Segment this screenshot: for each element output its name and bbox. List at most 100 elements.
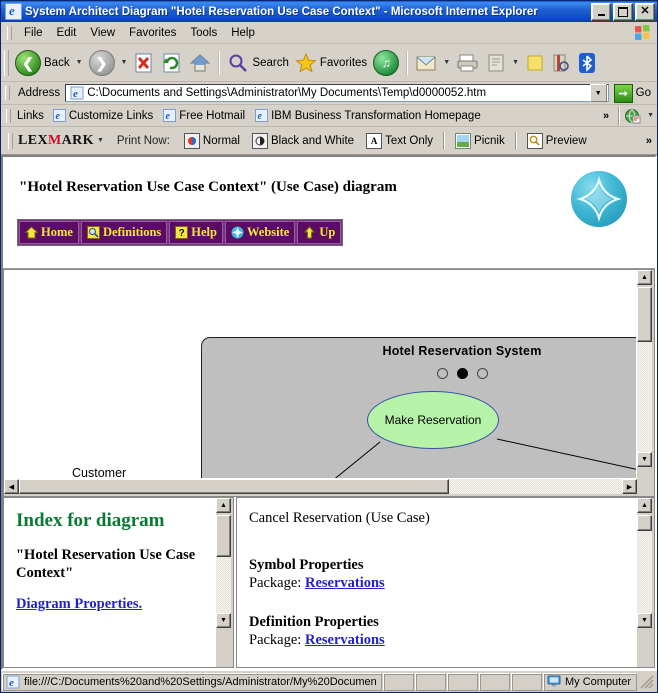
svg-text:e: e bbox=[166, 111, 171, 122]
close-button[interactable]: ✕ bbox=[635, 2, 655, 21]
detail-panel-scrollbar[interactable]: ▲ ▼ bbox=[636, 498, 654, 667]
scroll-thumb[interactable] bbox=[637, 515, 652, 531]
page-icon: e bbox=[6, 675, 20, 689]
scroll-up-button[interactable]: ▲ bbox=[637, 270, 652, 285]
nav-home-button[interactable]: Home bbox=[19, 221, 79, 244]
system-boundary[interactable]: Hotel Reservation System Make Reservatio… bbox=[201, 337, 637, 479]
refresh-button[interactable] bbox=[158, 45, 186, 81]
menu-view[interactable]: View bbox=[83, 25, 122, 41]
notes-button[interactable] bbox=[522, 45, 548, 81]
scroll-thumb-horizontal[interactable] bbox=[19, 479, 449, 494]
definition-package-link[interactable]: Reservations bbox=[305, 632, 385, 648]
research-button[interactable] bbox=[548, 45, 574, 81]
lexmark-grip[interactable] bbox=[8, 132, 13, 149]
media-button[interactable]: ♫ bbox=[370, 45, 402, 81]
links-grip[interactable] bbox=[6, 108, 11, 123]
edit-page-icon bbox=[488, 54, 504, 71]
symbol-package-link[interactable]: Reservations bbox=[305, 575, 385, 591]
lexmark-print-normal[interactable]: Normal bbox=[178, 132, 246, 149]
scroll-up-button[interactable]: ▲ bbox=[216, 498, 231, 513]
diagram-canvas[interactable]: Hotel Reservation System Make Reservatio… bbox=[4, 270, 637, 479]
refresh-icon bbox=[163, 53, 180, 72]
nav-website-button[interactable]: Website bbox=[224, 221, 296, 244]
search-button[interactable]: Search bbox=[224, 45, 291, 81]
browser-window: System Architect Diagram "Hotel Reservat… bbox=[0, 0, 658, 693]
scroll-thumb[interactable] bbox=[637, 287, 652, 342]
scroll-track[interactable] bbox=[637, 342, 652, 452]
forward-button[interactable]: ❯ bbox=[86, 45, 118, 81]
link-ibm-homepage[interactable]: e IBM Business Transformation Homepage bbox=[250, 109, 486, 122]
back-label: Back bbox=[44, 56, 70, 69]
bluetooth-button[interactable] bbox=[574, 45, 600, 81]
lexmark-preview[interactable]: Preview bbox=[521, 132, 593, 149]
back-button[interactable]: ❮ Back bbox=[12, 45, 73, 81]
diagram-properties-link[interactable]: Diagram Properties. bbox=[16, 596, 142, 612]
address-dropdown-icon[interactable]: ▼ bbox=[589, 84, 607, 102]
symbol-properties-heading: Symbol Properties bbox=[249, 557, 364, 573]
link-free-hotmail[interactable]: e Free Hotmail bbox=[158, 109, 250, 122]
index-subtitle: "Hotel Reservation Use Case Context" bbox=[16, 547, 196, 581]
favorites-button[interactable]: Favorites bbox=[292, 45, 370, 81]
maximize-button[interactable] bbox=[613, 2, 633, 21]
toolbar-grip[interactable] bbox=[4, 49, 9, 76]
home-icon bbox=[190, 53, 211, 71]
lexmark-separator-2 bbox=[514, 131, 517, 150]
address-input[interactable]: e C:\Documents and Settings\Administrato… bbox=[65, 84, 609, 102]
print-button[interactable] bbox=[453, 45, 483, 81]
lexmark-print-bw[interactable]: Black and White bbox=[246, 132, 360, 149]
diagram-vertical-scrollbar[interactable]: ▲ ▼ bbox=[636, 270, 654, 479]
lexmark-picnik[interactable]: Picnik bbox=[449, 132, 511, 149]
scroll-up-button[interactable]: ▲ bbox=[637, 498, 652, 513]
scroll-down-button[interactable]: ▼ bbox=[637, 452, 652, 467]
home-button[interactable] bbox=[186, 45, 214, 81]
nav-button-label: Up bbox=[319, 225, 336, 239]
address-value: C:\Documents and Settings\Administrator\… bbox=[87, 87, 487, 99]
back-dropdown-icon[interactable]: ▼ bbox=[76, 59, 83, 66]
scroll-track[interactable] bbox=[216, 557, 231, 613]
edit-button[interactable] bbox=[483, 45, 509, 81]
minimize-button[interactable] bbox=[591, 2, 611, 21]
mail-dropdown-icon[interactable]: ▼ bbox=[443, 59, 450, 66]
scroll-track-horizontal[interactable] bbox=[449, 479, 622, 494]
menu-favorites[interactable]: Favorites bbox=[122, 25, 183, 41]
go-button[interactable]: ➞ Go bbox=[613, 83, 655, 103]
nav-help-button[interactable]: ? Help bbox=[169, 221, 223, 244]
nav-up-button[interactable]: Up bbox=[297, 221, 342, 244]
lexmark-logo-ark: ARK bbox=[61, 132, 94, 148]
scroll-down-button[interactable]: ▼ bbox=[216, 613, 231, 628]
menu-grip[interactable] bbox=[7, 25, 12, 40]
print-now-label: Print Now: bbox=[116, 134, 170, 147]
lexmark-overflow-icon[interactable]: » bbox=[641, 135, 657, 147]
back-arrow-icon: ❮ bbox=[15, 49, 41, 76]
scroll-left-button[interactable]: ◀ bbox=[4, 479, 19, 494]
edit-dropdown-icon[interactable]: ▼ bbox=[512, 59, 519, 66]
mail-button[interactable] bbox=[412, 45, 440, 81]
resize-grip[interactable] bbox=[640, 675, 654, 689]
menu-edit[interactable]: Edit bbox=[50, 25, 84, 41]
forward-dropdown-icon[interactable]: ▼ bbox=[121, 59, 128, 66]
scroll-thumb[interactable] bbox=[216, 515, 231, 557]
diagram-horizontal-scrollbar[interactable]: ◀ ▶ bbox=[4, 478, 637, 496]
index-panel-body: Index for diagram "Hotel Reservation Use… bbox=[4, 498, 216, 667]
menu-help[interactable]: Help bbox=[224, 25, 262, 41]
links-bar: Links e Customize Links e Free Hotmail e… bbox=[1, 105, 657, 127]
globe-dropdown-icon[interactable]: ▼ bbox=[647, 112, 654, 119]
address-grip[interactable] bbox=[5, 86, 10, 100]
stop-icon bbox=[135, 53, 152, 72]
stop-button[interactable] bbox=[130, 45, 158, 81]
lexmark-dropdown-icon[interactable]: ▼ bbox=[97, 137, 104, 144]
use-case-make-reservation[interactable]: Make Reservation bbox=[367, 391, 499, 449]
lexmark-print-text-only[interactable]: A Text Only bbox=[360, 132, 439, 149]
index-panel-scrollbar[interactable]: ▲ ▼ bbox=[215, 498, 233, 667]
links-overflow-icon[interactable]: » bbox=[598, 110, 614, 122]
scroll-track[interactable] bbox=[637, 531, 652, 613]
link-customize-links[interactable]: e Customize Links bbox=[48, 109, 158, 122]
globe-icon[interactable] bbox=[624, 108, 642, 124]
menu-file[interactable]: File bbox=[17, 25, 50, 41]
scroll-right-button[interactable]: ▶ bbox=[622, 479, 637, 494]
scroll-down-button[interactable]: ▼ bbox=[637, 613, 652, 628]
lexmark-logo-m: M bbox=[48, 132, 62, 148]
nav-definitions-button[interactable]: Definitions bbox=[80, 221, 168, 244]
status-url: file:///C:/Documents%20and%20Settings/Ad… bbox=[24, 675, 377, 688]
menu-tools[interactable]: Tools bbox=[183, 25, 224, 41]
